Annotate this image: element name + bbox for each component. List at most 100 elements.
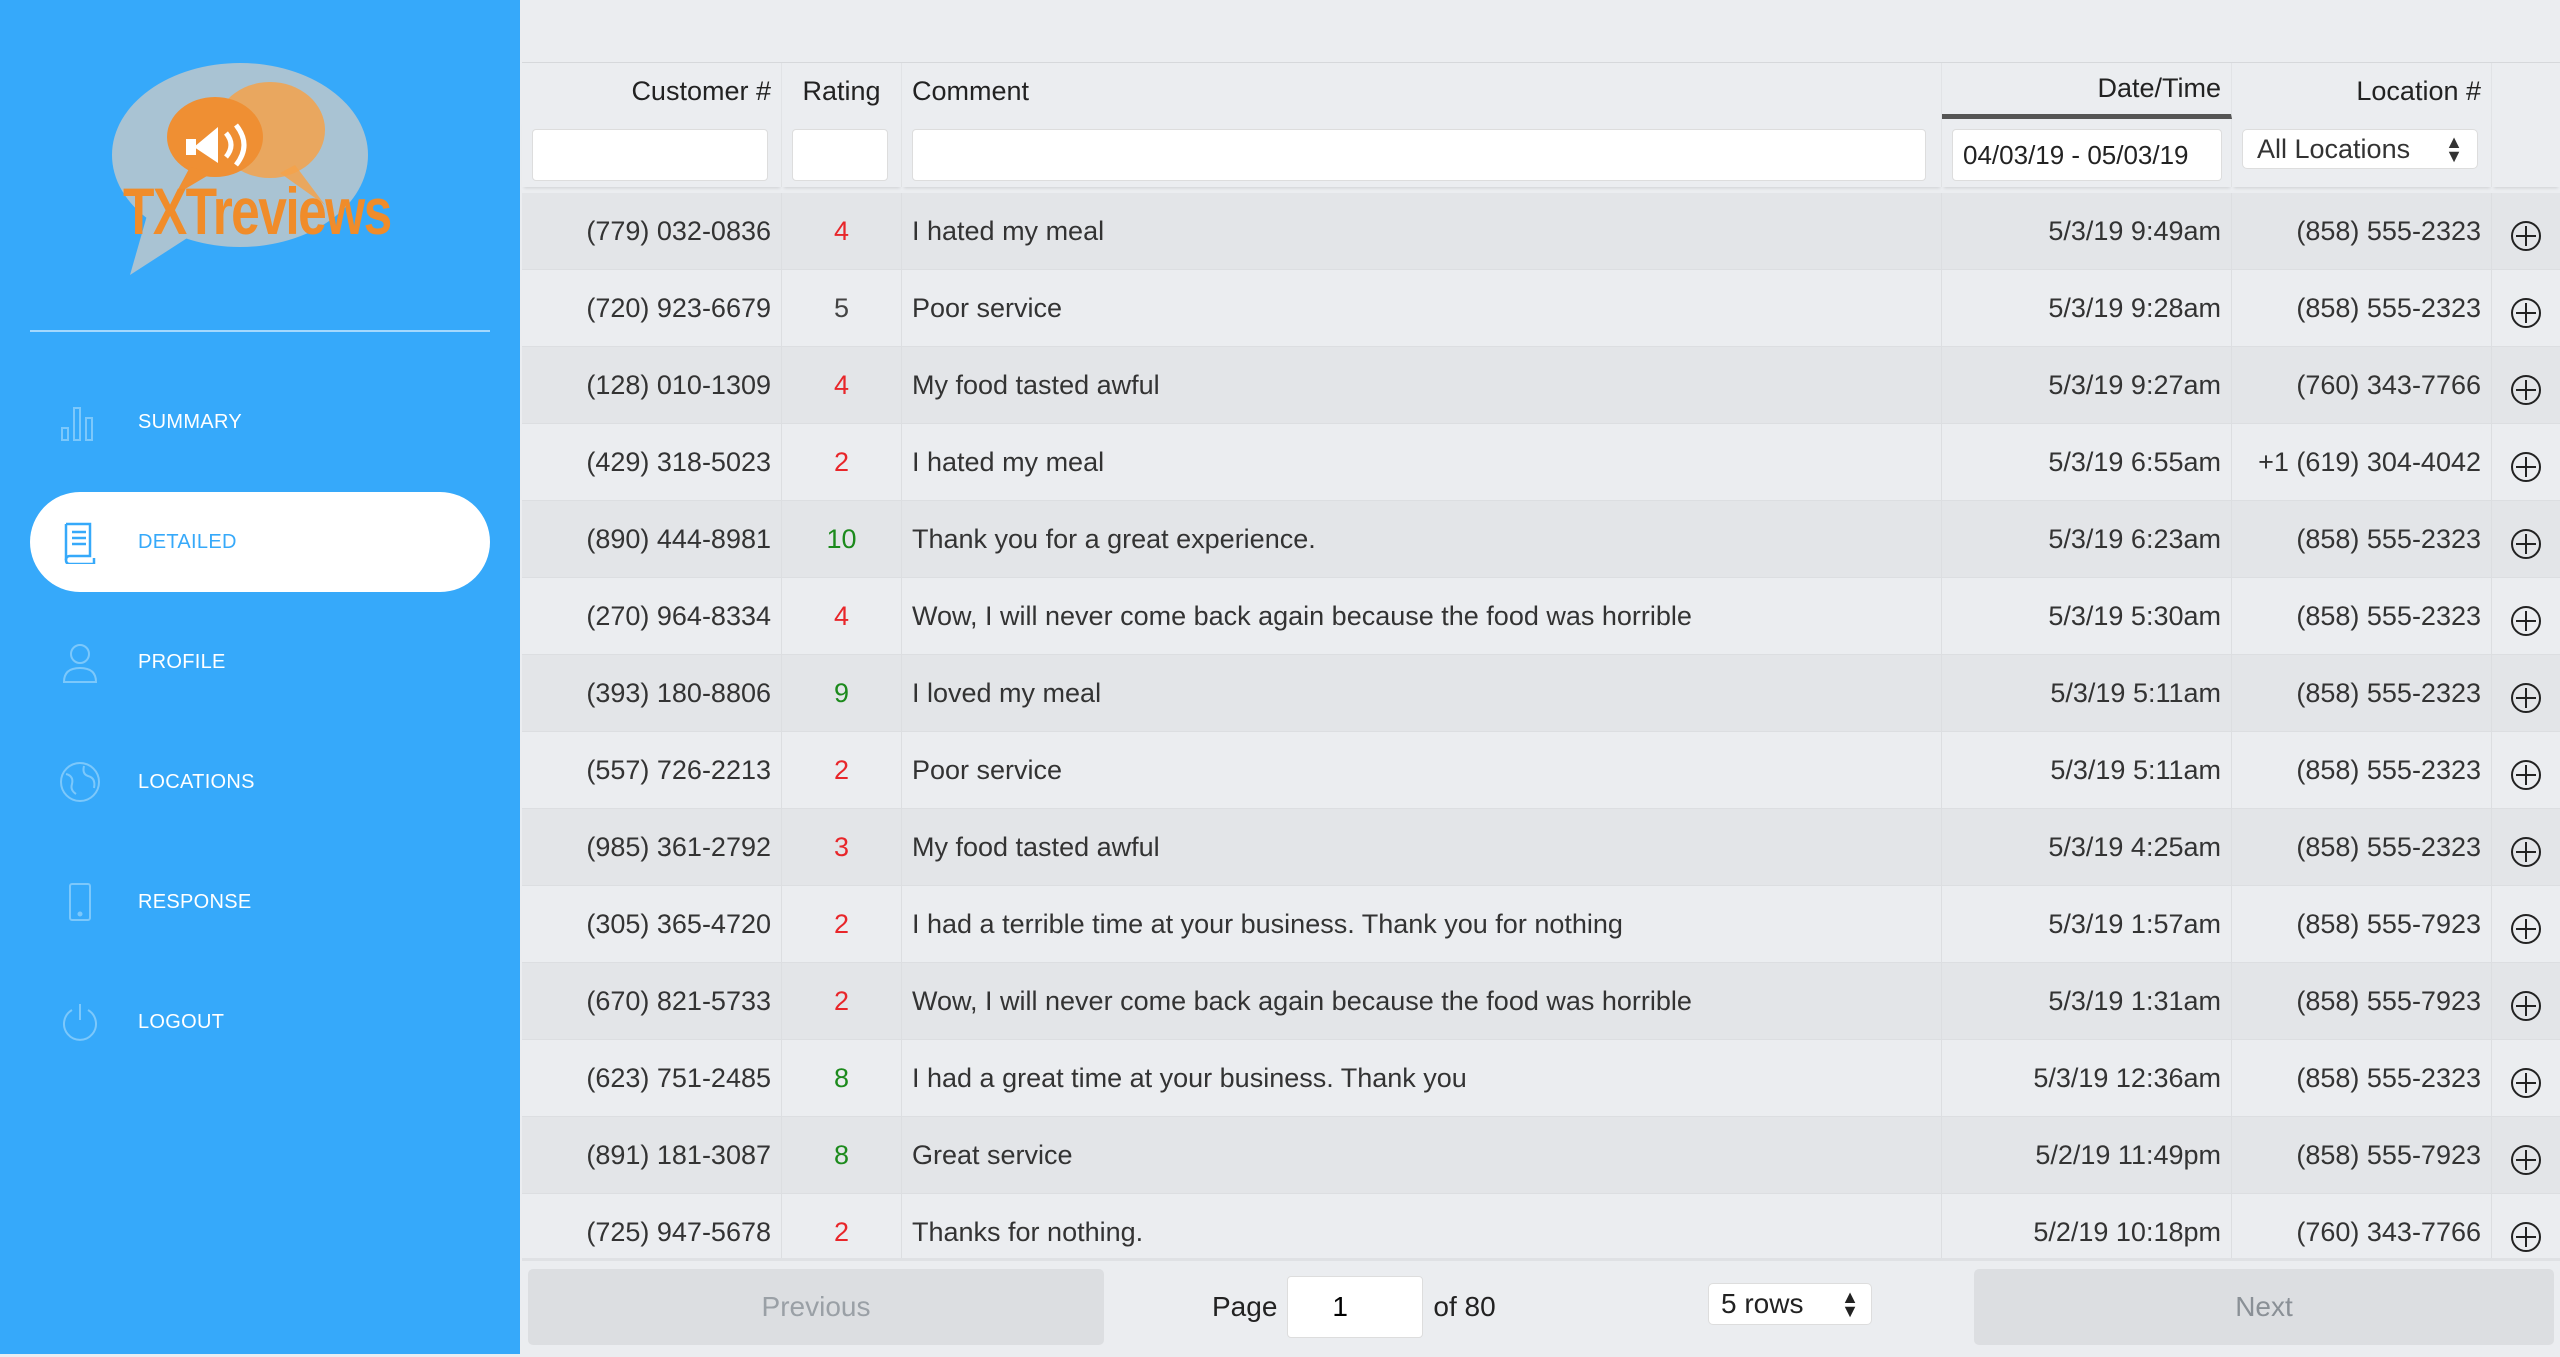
plus-circle-icon bbox=[2511, 760, 2541, 790]
plus-circle-icon bbox=[2511, 452, 2541, 482]
rows-per-page-select[interactable]: 5 rows ▲ ▼ bbox=[1708, 1283, 1872, 1325]
cell-rating: 8 bbox=[782, 1117, 902, 1193]
cell-rating: 4 bbox=[782, 347, 902, 423]
table-body: (779) 032-0836 4 I hated my meal 5/3/19 9:4… bbox=[522, 193, 2560, 1271]
location-select[interactable]: All Locations ▲ ▼ bbox=[2242, 129, 2478, 169]
expand-row-button[interactable] bbox=[2492, 424, 2560, 500]
table-row: (891) 181-3087 8 Great service 5/2/19 11:49… bbox=[522, 1117, 2560, 1194]
nav-item-logout[interactable]: LOGOUT bbox=[30, 972, 490, 1072]
table-row: (623) 751-2485 8 I had a great time at you… bbox=[522, 1040, 2560, 1117]
select-arrows-icon: ▲ ▼ bbox=[2445, 132, 2463, 166]
header-customer-label: Customer # bbox=[631, 75, 771, 106]
sidebar-divider bbox=[30, 330, 490, 332]
cell-location: (858) 555-2323 bbox=[2232, 732, 2492, 808]
header-datetime[interactable]: Date/Time bbox=[1942, 63, 2232, 119]
plus-circle-icon bbox=[2511, 529, 2541, 559]
document-icon bbox=[30, 492, 130, 592]
table-row: (670) 821-5733 2 Wow, I will never come ba… bbox=[522, 963, 2560, 1040]
expand-row-button[interactable] bbox=[2492, 963, 2560, 1039]
cell-customer: (670) 821-5733 bbox=[522, 963, 782, 1039]
expand-row-button[interactable] bbox=[2492, 193, 2560, 269]
cell-datetime: 5/3/19 1:31am bbox=[1942, 963, 2232, 1039]
logo: TXTreviews bbox=[90, 55, 392, 280]
header-location-label: Location # bbox=[2356, 75, 2481, 106]
cell-comment: I had a great time at your business. Tha… bbox=[902, 1040, 1942, 1116]
globe-icon bbox=[30, 732, 130, 832]
cell-rating: 2 bbox=[782, 732, 902, 808]
table-row: (429) 318-5023 2 I hated my meal 5/3/19 6:5… bbox=[522, 424, 2560, 501]
cell-rating: 5 bbox=[782, 270, 902, 346]
cell-datetime: 5/3/19 1:57am bbox=[1942, 886, 2232, 962]
filter-rating-input[interactable] bbox=[792, 129, 888, 181]
expand-row-button[interactable] bbox=[2492, 1040, 2560, 1116]
cell-rating: 2 bbox=[782, 886, 902, 962]
table-row: (890) 444-8981 10 Thank you for a great ex… bbox=[522, 501, 2560, 578]
filter-comment-input[interactable] bbox=[912, 129, 1926, 181]
cell-comment: I hated my meal bbox=[902, 193, 1942, 269]
expand-row-button[interactable] bbox=[2492, 347, 2560, 423]
cell-datetime: 5/3/19 9:49am bbox=[1942, 193, 2232, 269]
header-comment-label: Comment bbox=[912, 75, 1030, 106]
power-icon bbox=[30, 972, 130, 1072]
cell-customer: (891) 181-3087 bbox=[522, 1117, 782, 1193]
table-row: (779) 032-0836 4 I hated my meal 5/3/19 9:4… bbox=[522, 193, 2560, 270]
nav-item-locations[interactable]: LOCATIONS bbox=[30, 732, 490, 832]
header-comment[interactable]: Comment bbox=[902, 63, 1942, 119]
expand-row-button[interactable] bbox=[2492, 809, 2560, 885]
header-location[interactable]: Location # bbox=[2232, 63, 2492, 119]
filter-customer-input[interactable] bbox=[532, 129, 768, 181]
table-row: (305) 365-4720 2 I had a terrible time at … bbox=[522, 886, 2560, 963]
plus-circle-icon bbox=[2511, 298, 2541, 328]
expand-row-button[interactable] bbox=[2492, 501, 2560, 577]
cell-customer: (393) 180-8806 bbox=[522, 655, 782, 731]
user-icon bbox=[30, 612, 130, 712]
expand-row-button[interactable] bbox=[2492, 270, 2560, 346]
cell-customer: (779) 032-0836 bbox=[522, 193, 782, 269]
phone-icon bbox=[30, 852, 130, 952]
cell-comment: My food tasted awful bbox=[902, 347, 1942, 423]
nav-item-profile[interactable]: PROFILE bbox=[30, 612, 490, 712]
nav-item-detailed[interactable]: DETAILED bbox=[30, 492, 490, 592]
cell-datetime: 5/3/19 6:23am bbox=[1942, 501, 2232, 577]
expand-row-button[interactable] bbox=[2492, 578, 2560, 654]
cell-location: (858) 555-2323 bbox=[2232, 809, 2492, 885]
date-range-input[interactable] bbox=[1952, 129, 2222, 181]
cell-comment: Poor service bbox=[902, 732, 1942, 808]
page-total-label: of 80 bbox=[1433, 1291, 1496, 1322]
page-label: Page bbox=[1212, 1291, 1278, 1322]
cell-rating: 9 bbox=[782, 655, 902, 731]
expand-row-button[interactable] bbox=[2492, 886, 2560, 962]
cell-comment: Wow, I will never come back again becaus… bbox=[902, 963, 1942, 1039]
cell-comment: Poor service bbox=[902, 270, 1942, 346]
expand-row-button[interactable] bbox=[2492, 655, 2560, 731]
table-row: (557) 726-2213 2 Poor service 5/3/19 5:11am… bbox=[522, 732, 2560, 809]
filter-rating-cell bbox=[782, 119, 902, 187]
cell-customer: (720) 923-6679 bbox=[522, 270, 782, 346]
cell-comment: I had a terrible time at your business. … bbox=[902, 886, 1942, 962]
cell-location: +1 (619) 304-4042 bbox=[2232, 424, 2492, 500]
nav-label-profile: PROFILE bbox=[138, 650, 226, 673]
cell-rating: 8 bbox=[782, 1040, 902, 1116]
expand-row-button[interactable] bbox=[2492, 732, 2560, 808]
cell-customer: (890) 444-8981 bbox=[522, 501, 782, 577]
cell-location: (858) 555-2323 bbox=[2232, 193, 2492, 269]
plus-circle-icon bbox=[2511, 837, 2541, 867]
cell-datetime: 5/3/19 6:55am bbox=[1942, 424, 2232, 500]
header-rating[interactable]: Rating bbox=[782, 63, 902, 119]
header-customer[interactable]: Customer # bbox=[522, 63, 782, 119]
nav-item-summary[interactable]: SUMMARY bbox=[30, 372, 490, 472]
plus-circle-icon bbox=[2511, 683, 2541, 713]
page-number-input[interactable] bbox=[1287, 1276, 1424, 1338]
nav-item-response[interactable]: RESPONSE bbox=[30, 852, 490, 952]
nav-label-summary: SUMMARY bbox=[138, 410, 242, 433]
cell-rating: 10 bbox=[782, 501, 902, 577]
cell-comment: I loved my meal bbox=[902, 655, 1942, 731]
cell-datetime: 5/3/19 12:36am bbox=[1942, 1040, 2232, 1116]
next-button[interactable]: Next bbox=[1974, 1269, 2554, 1345]
cell-location: (858) 555-7923 bbox=[2232, 963, 2492, 1039]
cell-rating: 2 bbox=[782, 424, 902, 500]
expand-row-button[interactable] bbox=[2492, 1117, 2560, 1193]
cell-location: (858) 555-2323 bbox=[2232, 655, 2492, 731]
previous-button[interactable]: Previous bbox=[528, 1269, 1104, 1345]
select-arrows-icon: ▲ ▼ bbox=[1841, 1287, 1859, 1321]
